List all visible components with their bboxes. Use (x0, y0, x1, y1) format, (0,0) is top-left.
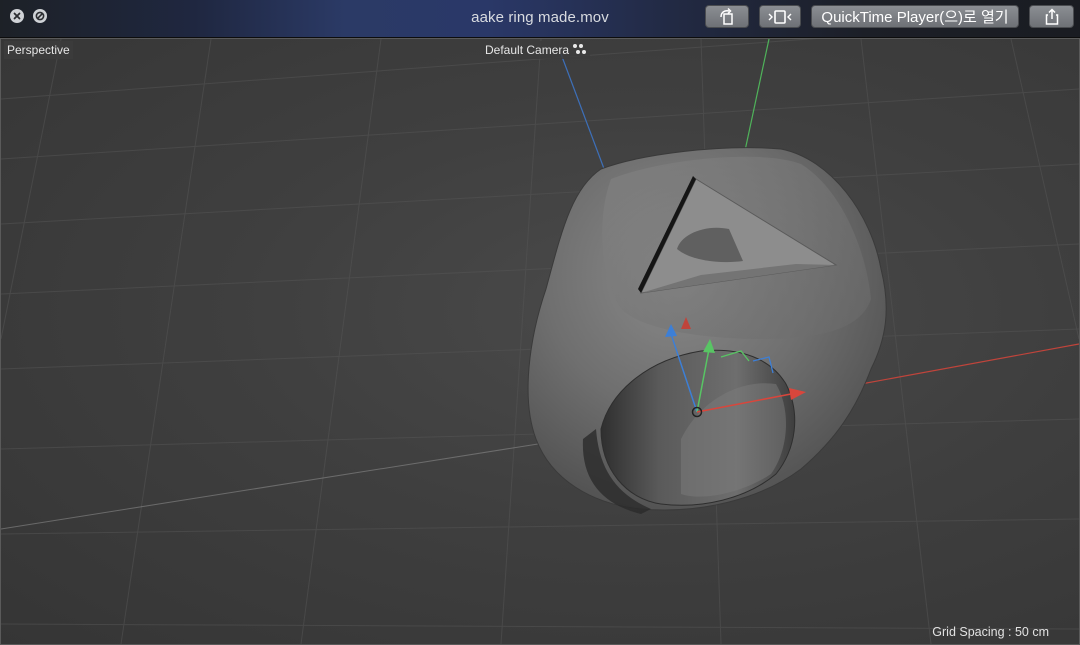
grid-spacing-label: Grid Spacing : 50 cm (932, 625, 1049, 639)
camera-icon (573, 44, 587, 56)
rotate-icon (720, 7, 733, 25)
trim-button[interactable] (759, 5, 801, 28)
rotate-button[interactable] (705, 5, 749, 28)
camera-label[interactable]: Default Camera (482, 41, 591, 59)
3d-viewport[interactable]: Perspective Default Camera Grid Spacing … (0, 38, 1080, 645)
title-bar: aake ring made.mov QuickTime Player(으)로 … (0, 0, 1080, 38)
close-icon (13, 12, 21, 20)
world-x-axis-line (860, 343, 1079, 385)
share-icon (1045, 7, 1058, 25)
scene-canvas (1, 39, 1079, 644)
fullscreen-button[interactable] (33, 9, 47, 23)
share-button[interactable] (1029, 5, 1074, 28)
quicklook-window: aake ring made.mov QuickTime Player(으)로 … (0, 0, 1080, 645)
fullscreen-icon (35, 11, 45, 21)
open-with-quicktime-button[interactable]: QuickTime Player(으)로 열기 (811, 5, 1019, 28)
trim-icon (768, 9, 792, 24)
ring-model[interactable] (527, 147, 887, 514)
world-z-axis-line (560, 53, 607, 175)
close-button[interactable] (10, 9, 24, 23)
camera-name: Default Camera (485, 43, 570, 57)
world-x-axis-neg-line (1, 433, 602, 530)
view-mode-label[interactable]: Perspective (4, 41, 73, 59)
